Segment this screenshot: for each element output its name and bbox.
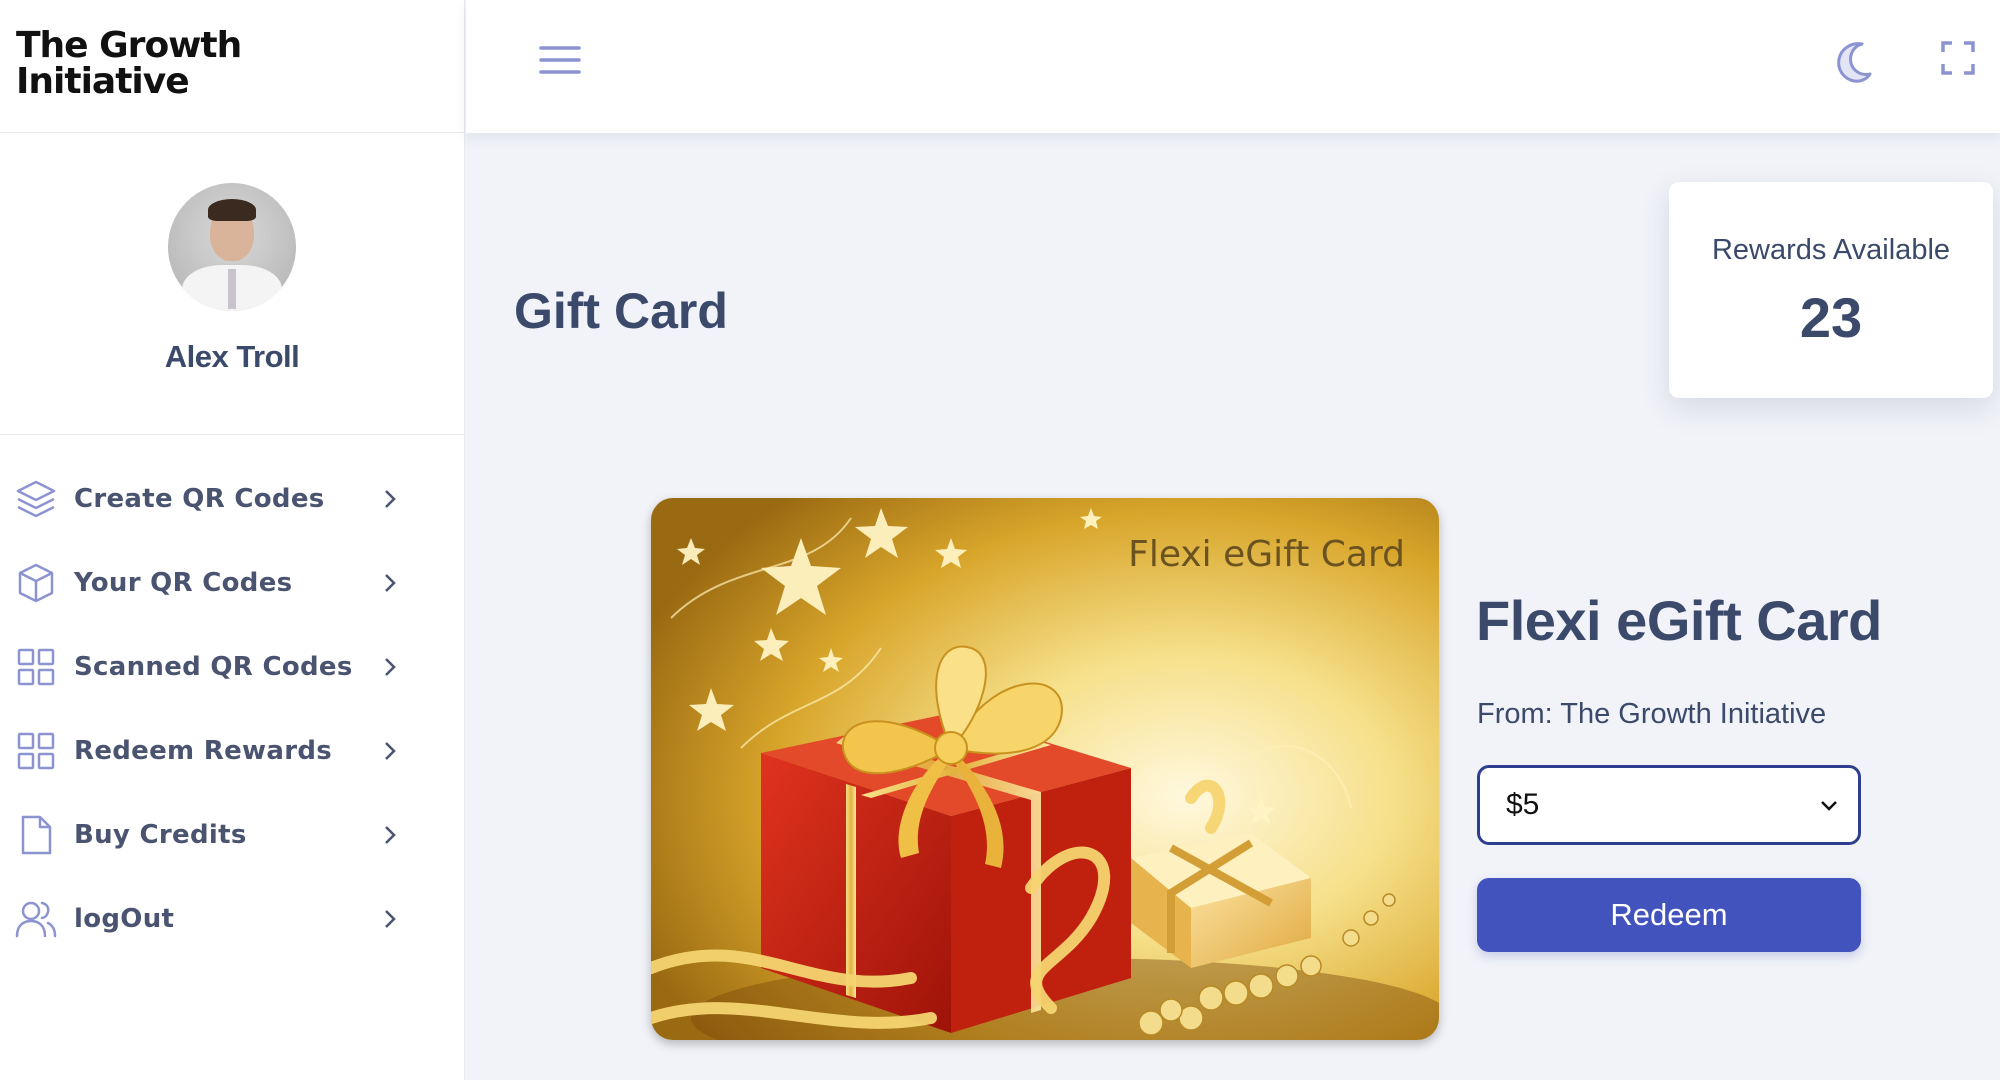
rewards-label: Rewards Available (1711, 234, 1951, 266)
menu-icon[interactable] (538, 40, 582, 80)
chevron-right-icon (385, 910, 396, 928)
brand-logo-text[interactable]: The Growth Initiative (16, 28, 276, 100)
file-icon (14, 813, 58, 857)
sidebar-item-buy-credits[interactable]: Buy Credits (0, 793, 464, 877)
box-icon (14, 561, 58, 605)
rewards-count: 23 (1799, 286, 1863, 349)
redeem-button[interactable]: Redeem (1477, 878, 1861, 952)
sidebar-item-create-qr-codes[interactable]: Create QR Codes (0, 457, 464, 541)
chevron-right-icon (385, 490, 396, 508)
sidebar-item-scanned-qr-codes[interactable]: Scanned QR Codes (0, 625, 464, 709)
users-icon (14, 897, 58, 941)
amount-select[interactable]: $5 (1477, 765, 1861, 845)
sidebar-item-logout[interactable]: logOut (0, 877, 464, 961)
page-title: Gift Card (514, 283, 728, 339)
top-bar (466, 0, 2000, 133)
sidebar-item-label: Redeem Rewards (74, 736, 333, 766)
layers-icon (14, 477, 58, 521)
sidebar-item-redeem-rewards[interactable]: Redeem Rewards (0, 709, 464, 793)
amount-selected-value: $5 (1506, 788, 1540, 821)
grid-icon (14, 645, 58, 689)
chevron-right-icon (385, 742, 396, 760)
sidebar-item-your-qr-codes[interactable]: Your QR Codes (0, 541, 464, 625)
rewards-card: Rewards Available 23 (1669, 182, 1993, 398)
moon-icon[interactable] (1832, 36, 1876, 84)
sidebar-item-label: Buy Credits (74, 820, 247, 850)
sidebar-item-label: Create QR Codes (74, 484, 325, 514)
chevron-right-icon (385, 574, 396, 592)
user-name: Alex Troll (164, 339, 300, 374)
brand: The Growth Initiative (0, 0, 464, 133)
gift-card-image-title: Flexi eGift Card (1128, 534, 1405, 575)
product-from: From: The Growth Initiative (1477, 698, 1827, 730)
sidebar-item-label: logOut (74, 904, 175, 934)
product-title: Flexi eGift Card (1476, 589, 1882, 652)
gift-card-image: Flexi eGift Card (651, 498, 1439, 1040)
sidebar: The Growth Initiative Alex Troll Create … (0, 0, 465, 1080)
fullscreen-icon[interactable] (1940, 40, 1976, 76)
chevron-right-icon (385, 826, 396, 844)
chevron-right-icon (385, 658, 396, 676)
sidebar-item-label: Your QR Codes (74, 568, 293, 598)
sidebar-nav: Create QR Codes Your QR Codes Scanned QR… (0, 435, 464, 961)
avatar[interactable] (168, 183, 296, 311)
grid-icon (14, 729, 58, 773)
user-profile: Alex Troll (0, 133, 464, 435)
sidebar-item-label: Scanned QR Codes (74, 652, 353, 682)
chevron-down-icon (1821, 801, 1837, 811)
